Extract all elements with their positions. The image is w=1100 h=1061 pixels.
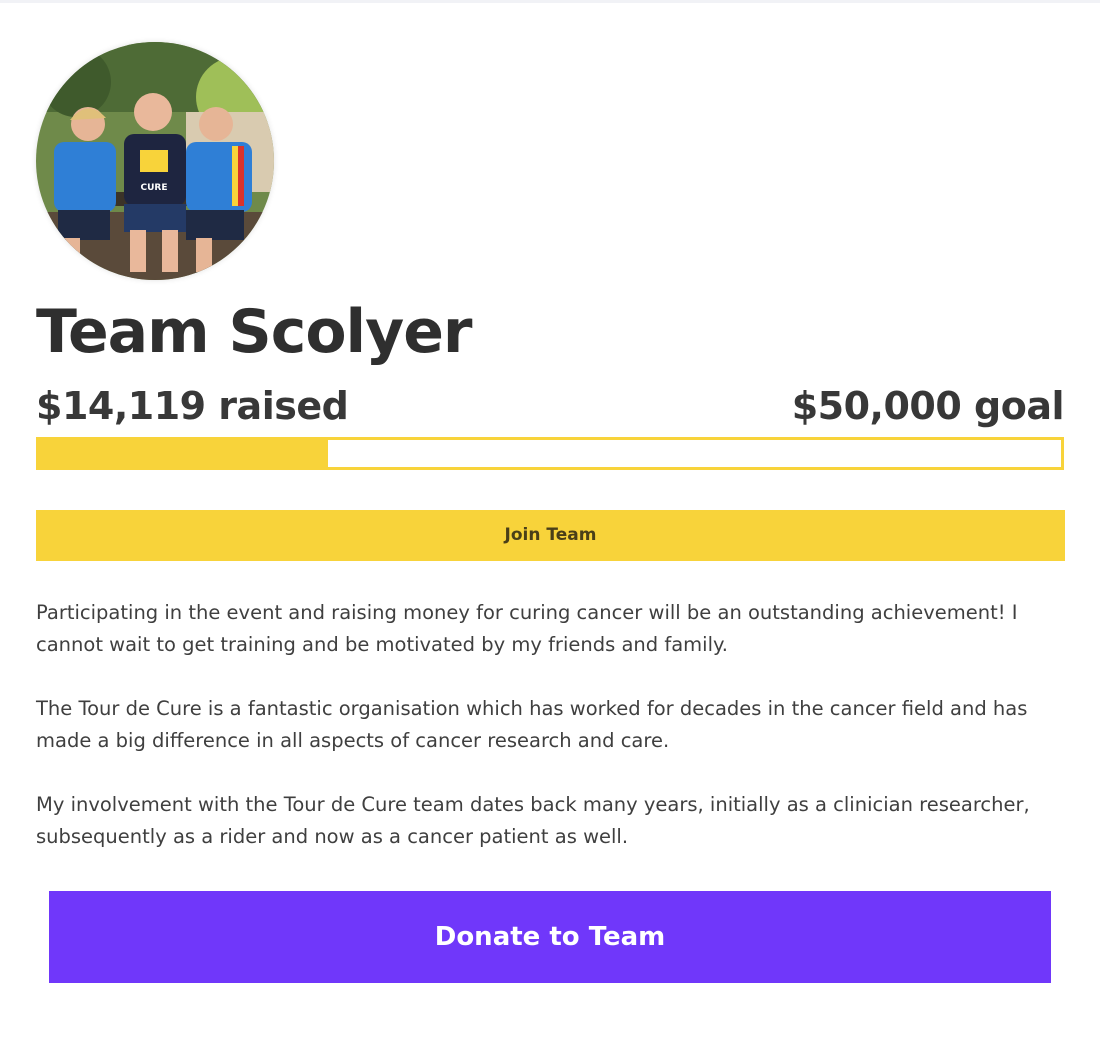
svg-text:CURE: CURE — [141, 183, 168, 193]
story-paragraph: Participating in the event and raising m… — [36, 601, 1018, 656]
story-paragraph: The Tour de Cure is a fantastic organisa… — [36, 697, 1028, 752]
goal-amount: $50,000 goal — [791, 384, 1065, 428]
donate-to-team-button[interactable]: Donate to Team — [49, 891, 1051, 983]
team-story: Participating in the event and raising m… — [36, 597, 1072, 885]
team-title: Team Scolyer — [36, 297, 473, 367]
top-divider — [0, 0, 1100, 3]
fundraising-progress-bar — [36, 437, 1064, 470]
progress-fill — [39, 440, 328, 467]
team-avatar: CURE — [36, 42, 274, 280]
join-team-button[interactable]: Join Team — [36, 510, 1065, 561]
raised-amount: $14,119 raised — [36, 384, 349, 428]
team-photo-icon: CURE — [36, 42, 274, 280]
story-paragraph: My involvement with the Tour de Cure tea… — [36, 793, 1030, 848]
